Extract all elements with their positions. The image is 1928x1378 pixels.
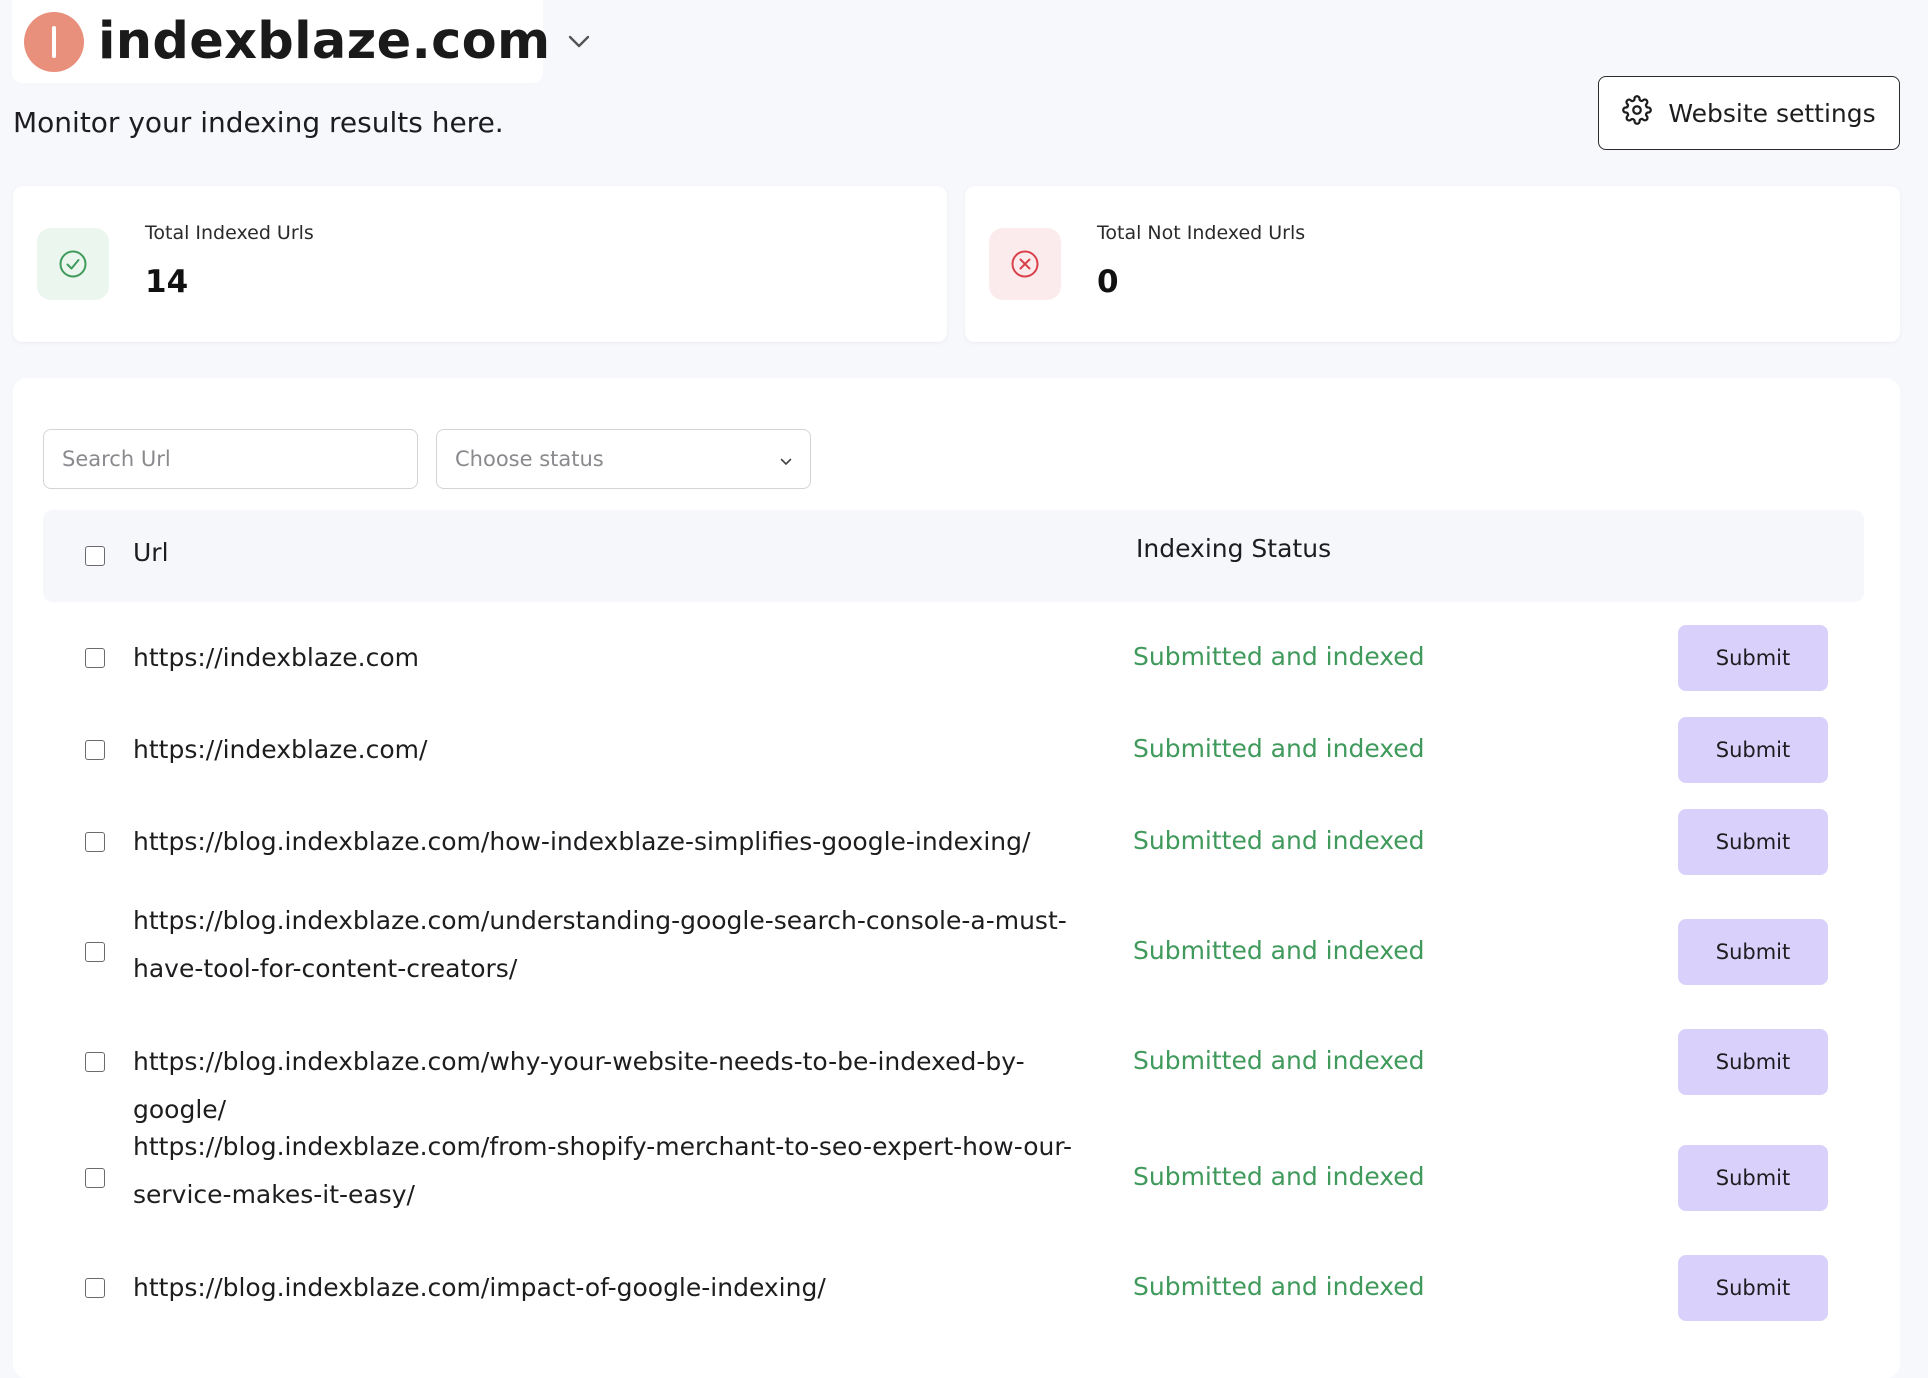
row-url-line: service-makes-it-easy/ (133, 1180, 415, 1209)
chevron-down-icon (780, 447, 792, 471)
table-row: https://blog.indexblaze.com/impact-of-go… (43, 1241, 1864, 1335)
site-avatar (24, 11, 84, 72)
table-row: https://indexblaze.com Submitted and ind… (43, 611, 1864, 705)
check-circle-icon (37, 228, 109, 300)
row-checkbox[interactable] (85, 942, 105, 962)
chevron-down-icon[interactable] (568, 29, 590, 55)
row-checkbox[interactable] (85, 740, 105, 760)
website-settings-label: Website settings (1668, 98, 1876, 128)
gear-icon (1622, 95, 1653, 131)
submit-button[interactable]: Submit (1678, 1029, 1828, 1095)
column-header-indexing-status: Indexing Status (1136, 534, 1332, 563)
indexed-urls-value: 14 (145, 264, 189, 300)
submit-button[interactable]: Submit (1678, 1255, 1828, 1321)
row-status: Submitted and indexed (1133, 734, 1425, 763)
search-url-input[interactable] (43, 429, 418, 489)
row-checkbox[interactable] (85, 1052, 105, 1072)
row-url-line: https://blog.indexblaze.com/from-shopify… (133, 1132, 1073, 1161)
not-indexed-urls-value: 0 (1097, 264, 1119, 300)
row-url: https://blog.indexblaze.com/understandin… (133, 897, 1093, 993)
urls-table-panel: Choose status Url Indexing Status https:… (13, 378, 1900, 1378)
status-select-value: Choose status (455, 447, 604, 471)
row-status: Submitted and indexed (1133, 1046, 1425, 1075)
row-status: Submitted and indexed (1133, 642, 1425, 671)
not-indexed-urls-card: Total Not Indexed Urls 0 (965, 186, 1900, 342)
site-switcher[interactable]: indexblaze.com (12, 0, 590, 83)
indexed-urls-card: Total Indexed Urls 14 (13, 186, 947, 342)
row-checkbox[interactable] (85, 648, 105, 668)
row-url: https://blog.indexblaze.com/impact-of-go… (133, 1273, 826, 1302)
row-url: https://blog.indexblaze.com/from-shopify… (133, 1123, 1093, 1219)
row-url: https://indexblaze.com/ (133, 735, 428, 764)
x-circle-icon (989, 228, 1061, 300)
submit-button[interactable]: Submit (1678, 717, 1828, 783)
site-name: indexblaze.com (98, 12, 551, 71)
submit-button[interactable]: Submit (1678, 919, 1828, 985)
row-url-line: https://blog.indexblaze.com/understandin… (133, 906, 1067, 935)
row-status: Submitted and indexed (1133, 1272, 1425, 1301)
table-row: https://blog.indexblaze.com/how-indexbla… (43, 795, 1864, 889)
row-status: Submitted and indexed (1133, 826, 1425, 855)
row-status: Submitted and indexed (1133, 1162, 1425, 1191)
not-indexed-urls-label: Total Not Indexed Urls (1097, 222, 1306, 244)
submit-button[interactable]: Submit (1678, 1145, 1828, 1211)
column-header-url: Url (133, 538, 169, 567)
table-row: https://blog.indexblaze.com/from-shopify… (43, 1113, 1864, 1243)
website-settings-button[interactable]: Website settings (1598, 76, 1900, 150)
row-url: https://indexblaze.com (133, 643, 419, 672)
select-all-checkbox[interactable] (85, 546, 105, 566)
row-url: https://blog.indexblaze.com/how-indexbla… (133, 827, 1031, 856)
page-subtitle: Monitor your indexing results here. (13, 106, 504, 139)
row-url-line: have-tool-for-content-creators/ (133, 954, 518, 983)
indexed-urls-label: Total Indexed Urls (145, 222, 314, 244)
status-select[interactable]: Choose status (436, 429, 811, 489)
table-header: Url Indexing Status (43, 510, 1864, 602)
row-checkbox[interactable] (85, 1168, 105, 1188)
table-row: https://blog.indexblaze.com/why-your-web… (43, 1015, 1864, 1124)
row-checkbox[interactable] (85, 832, 105, 852)
row-status: Submitted and indexed (1133, 936, 1425, 965)
row-checkbox[interactable] (85, 1278, 105, 1298)
table-row: https://blog.indexblaze.com/understandin… (43, 887, 1864, 1017)
table-row: https://indexblaze.com/ Submitted and in… (43, 703, 1864, 797)
submit-button[interactable]: Submit (1678, 809, 1828, 875)
submit-button[interactable]: Submit (1678, 625, 1828, 691)
